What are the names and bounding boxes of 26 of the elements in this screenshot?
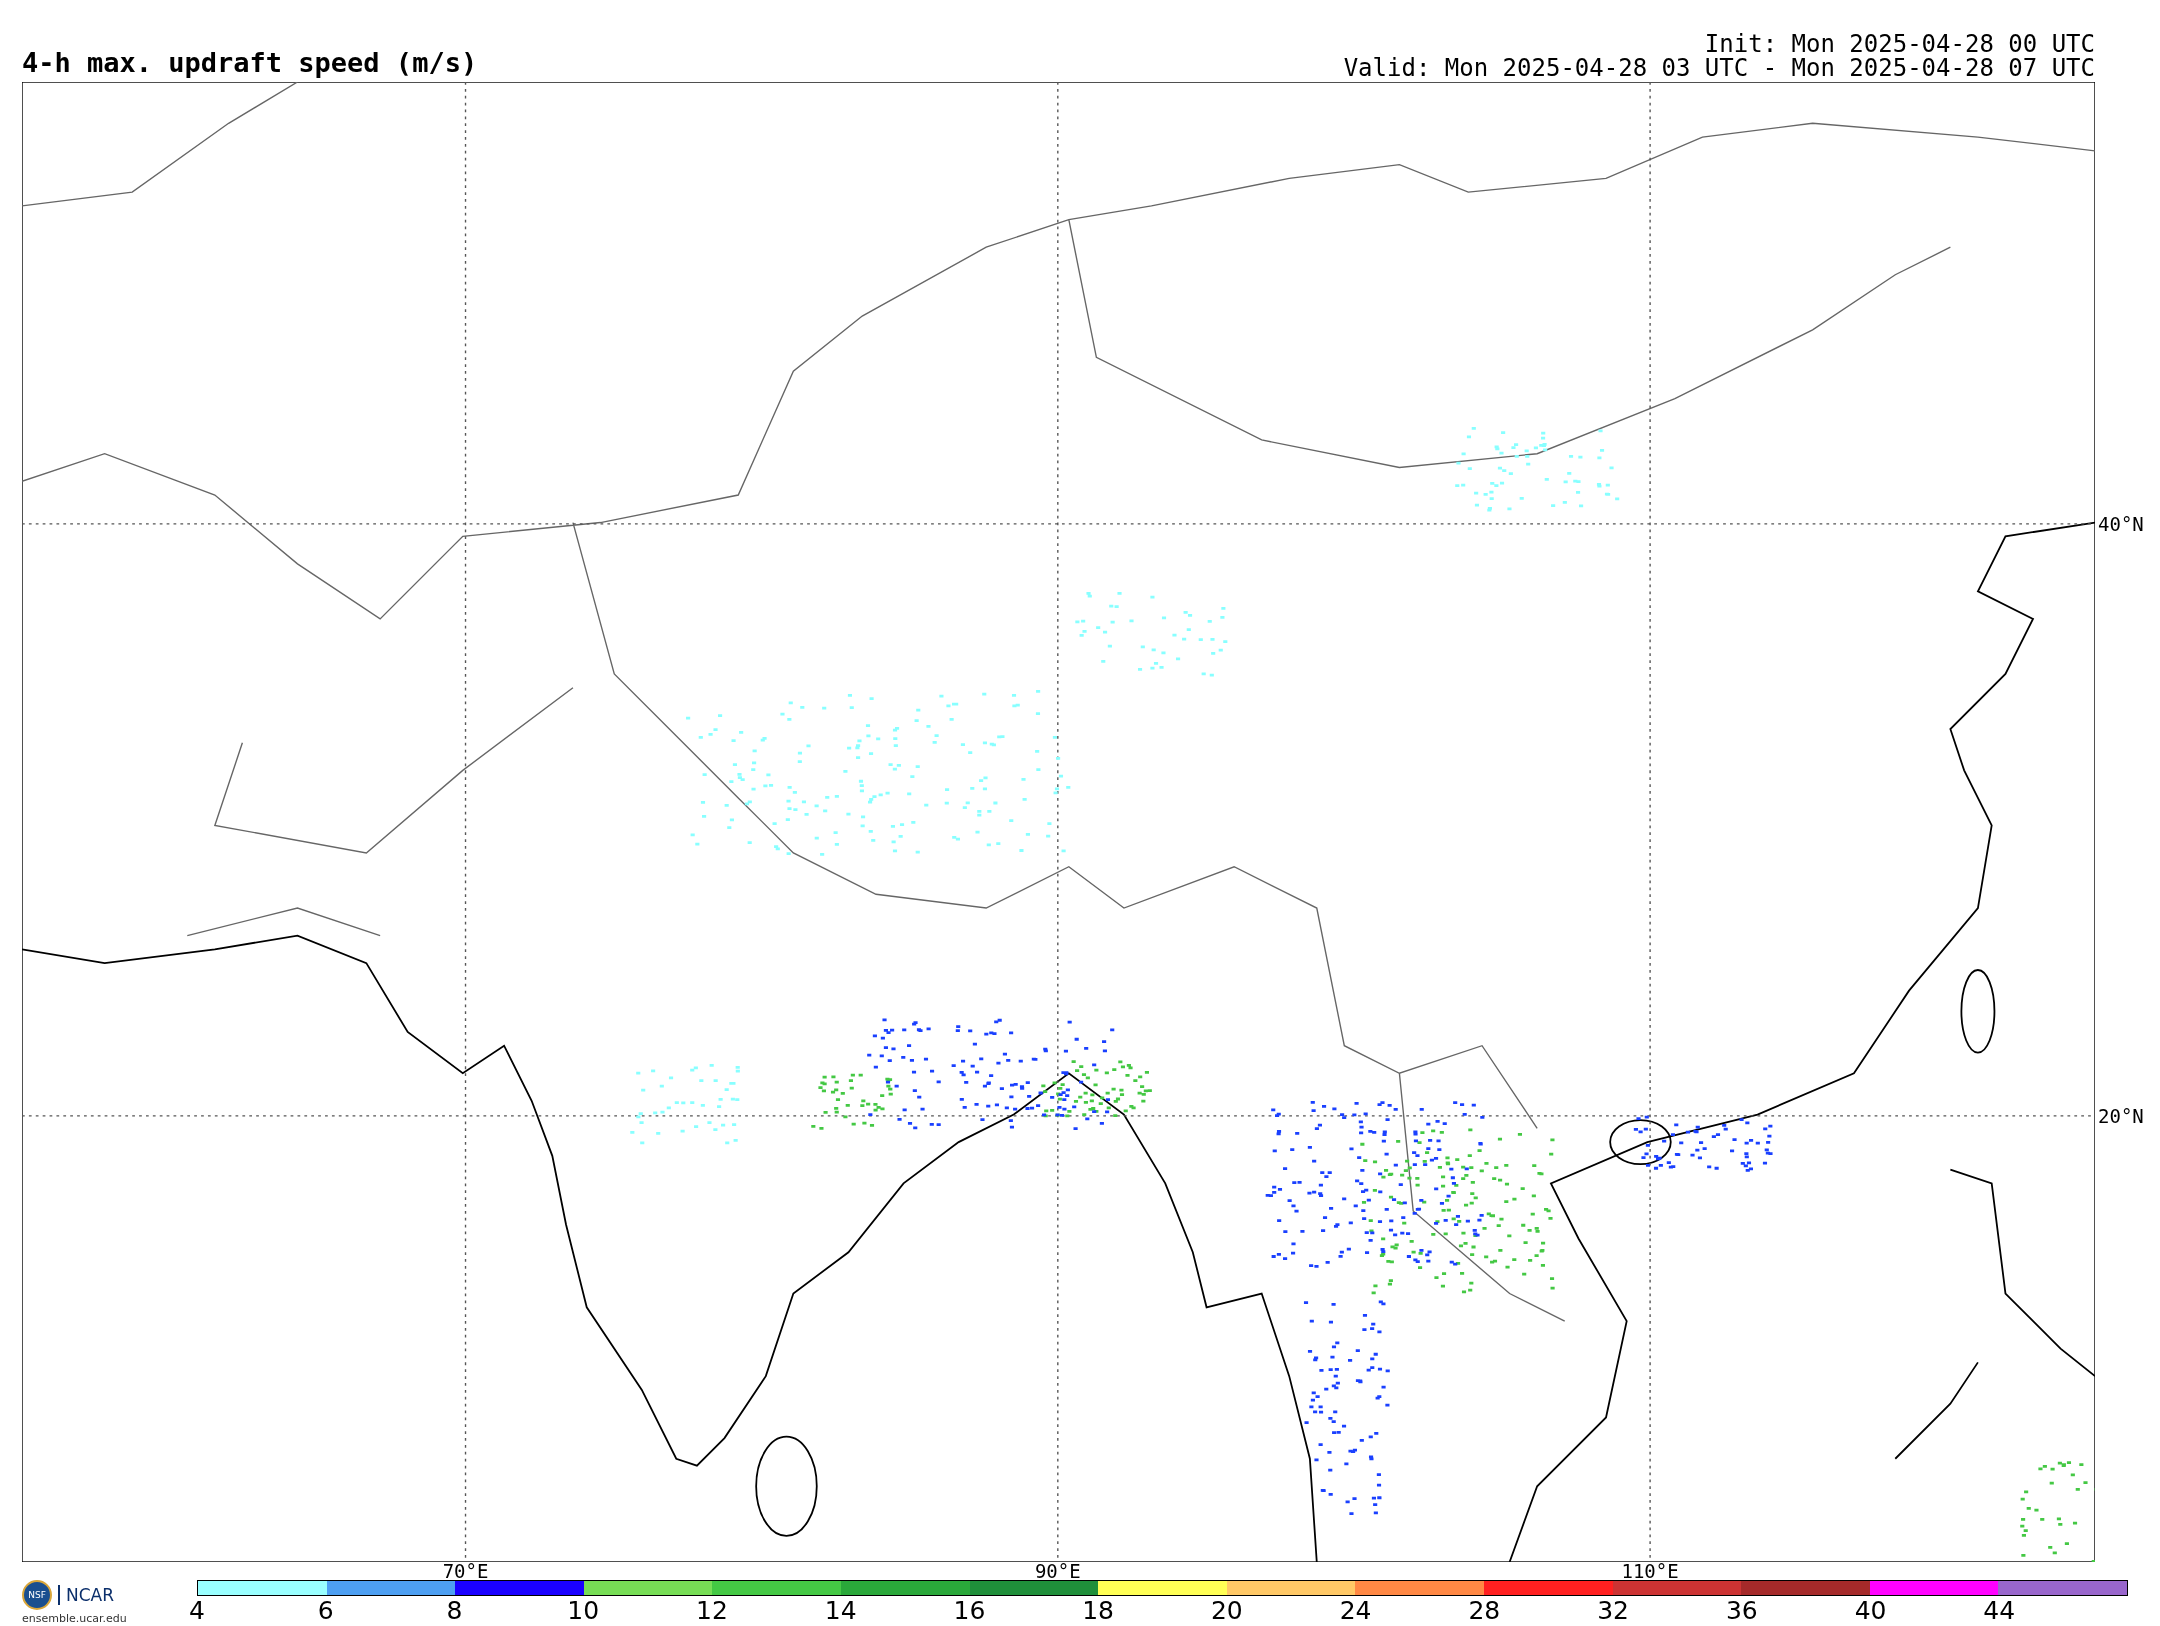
website-url: ensemble.ucar.edu bbox=[22, 1612, 128, 1625]
colorbar-tick-label: 8 bbox=[446, 1598, 463, 1623]
colorbar-tick-label: 18 bbox=[1082, 1598, 1115, 1623]
colorbar-tick-label: 20 bbox=[1210, 1598, 1243, 1623]
colorbar-tick-label: 16 bbox=[953, 1598, 986, 1623]
ncar-logo: NCAR bbox=[58, 1585, 115, 1605]
colorbar-tick-label: 6 bbox=[317, 1598, 334, 1623]
colorbar-tick-label: 44 bbox=[1983, 1598, 2016, 1623]
chart-title: 4-h max. updraft speed (m/s) bbox=[22, 48, 478, 81]
colorbar-tick-label: 4 bbox=[189, 1598, 205, 1623]
latitude-label: 20°N bbox=[2098, 1106, 2144, 1126]
valid-time: Valid: Mon 2025-04-28 03 UTC - Mon 2025-04-28 07 UTC bbox=[1343, 56, 2095, 80]
nsf-logo: NSF bbox=[22, 1580, 52, 1610]
colorbar-tick-label: 32 bbox=[1597, 1598, 1629, 1623]
init-time: Init: Mon 2025-04-28 00 UTC bbox=[1704, 32, 2095, 56]
latitude-label: 40°N bbox=[2098, 514, 2144, 534]
colorbar-tick-label: 14 bbox=[824, 1598, 857, 1623]
longitude-label: 70°E bbox=[442, 1562, 489, 1581]
longitude-label: 90°E bbox=[1034, 1562, 1081, 1581]
colorbar-tick-label: 12 bbox=[696, 1598, 728, 1623]
colorbar-tick-label: 24 bbox=[1339, 1598, 1372, 1623]
colorbar-tick-label: 28 bbox=[1468, 1598, 1501, 1623]
colorbar-tick-label: 10 bbox=[567, 1598, 600, 1623]
colorbar-tick-label: 36 bbox=[1725, 1598, 1758, 1623]
longitude-label: 110°E bbox=[1621, 1562, 1679, 1581]
colorbar-tick-label: 40 bbox=[1854, 1598, 1887, 1623]
